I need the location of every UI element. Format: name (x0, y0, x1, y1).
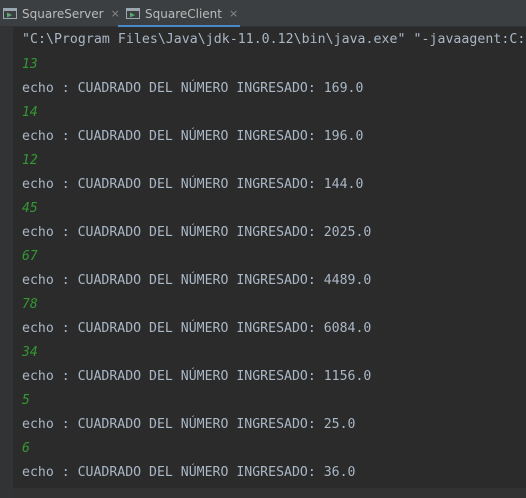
user-input-line: 5 (22, 393, 30, 408)
tab-label: SquareServer (22, 6, 104, 21)
tab-squareserver[interactable]: SquareServer × (0, 0, 120, 27)
output-line: echo : CUADRADO DEL NÚMERO INGRESADO: 60… (22, 321, 372, 336)
run-config-icon (126, 8, 140, 19)
output-line: echo : CUADRADO DEL NÚMERO INGRESADO: 14… (22, 177, 364, 192)
user-input-line: 45 (22, 201, 38, 216)
console-output[interactable]: "C:\Program Files\Java\jdk-11.0.12\bin\j… (13, 27, 526, 498)
output-line: echo : CUADRADO DEL NÚMERO INGRESADO: 44… (22, 273, 372, 288)
user-input-line: 14 (22, 105, 38, 120)
user-input-line: 6 (22, 441, 30, 456)
run-tool-window: SquareServer × SquareClient × "C:\Progra… (0, 0, 526, 498)
output-line: echo : CUADRADO DEL NÚMERO INGRESADO: 20… (22, 225, 372, 240)
close-icon[interactable]: × (229, 7, 238, 20)
output-line: echo : CUADRADO DEL NÚMERO INGRESADO: 19… (22, 129, 364, 144)
user-input-line: 78 (22, 297, 38, 312)
user-input-line: 13 (22, 57, 38, 72)
run-tabs-bar: SquareServer × SquareClient × (0, 0, 526, 28)
tab-squareclient[interactable]: SquareClient × (118, 0, 240, 28)
tab-label: SquareClient (145, 6, 222, 21)
user-input-line: 34 (22, 345, 38, 360)
run-config-icon (3, 8, 17, 19)
output-line: echo : CUADRADO DEL NÚMERO INGRESADO: 36… (22, 465, 356, 480)
output-line: echo : CUADRADO DEL NÚMERO INGRESADO: 11… (22, 369, 372, 384)
command-line: "C:\Program Files\Java\jdk-11.0.12\bin\j… (22, 32, 526, 47)
output-line: echo : CUADRADO DEL NÚMERO INGRESADO: 25… (22, 417, 356, 432)
user-input-line: 67 (22, 249, 38, 264)
console-gutter (0, 27, 13, 498)
user-input-line: 12 (22, 153, 38, 168)
caret-line[interactable] (13, 488, 526, 498)
output-line: echo : CUADRADO DEL NÚMERO INGRESADO: 16… (22, 81, 364, 96)
